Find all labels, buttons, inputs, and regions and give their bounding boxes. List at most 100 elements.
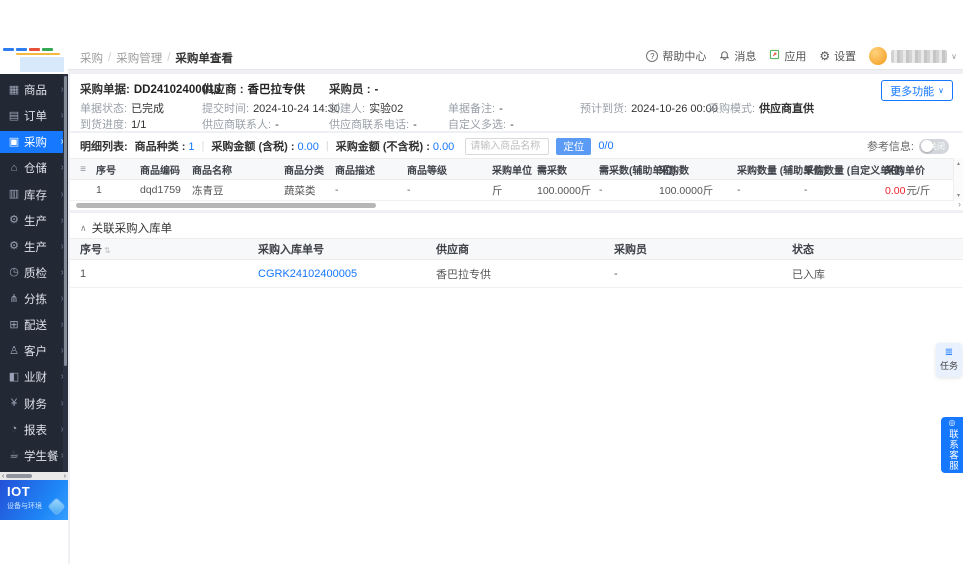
sidebar-item-reports[interactable]: ◔ 报表 ›: [0, 419, 68, 441]
sidebar-item-sorting[interactable]: ⋔ 分拣 ›: [0, 288, 68, 310]
sidebar-item-student-meals[interactable]: ☕ 学生餐 ›: [0, 445, 68, 467]
sidebar-item-production-2[interactable]: ⚙ 生产 ›: [0, 236, 68, 258]
order-summary-row-2: 单据状态: 已完成 提交时间: 2024-10-24 14:30 创建人: 实验02 …: [70, 100, 963, 115]
sidebar-item-label: 仓储: [24, 163, 47, 176]
cell-product-name: 冻青豆: [192, 184, 224, 197]
sidebar-item-goods[interactable]: ▦ 商品 ›: [0, 79, 68, 101]
sku-count-label: 商品种类 :: [134, 141, 186, 153]
supplier-value: 香巴拉专供: [247, 84, 306, 96]
sidebar-item-delivery[interactable]: ⊞ 配送 ›: [0, 314, 68, 336]
status-label: 单据状态:: [80, 103, 128, 115]
reference-toggle[interactable]: 关闭: [919, 138, 949, 154]
sidebar: ▦ 商品 › ▤ 订单 › ▣ 采购 › ⌂ 仓储 › ▥ 库存: [0, 42, 68, 520]
table-horizontal-scrollbar[interactable]: [76, 203, 376, 208]
locate-button[interactable]: 定位: [556, 137, 592, 155]
breadcrumb-purchase[interactable]: 采购: [80, 50, 103, 66]
detail-table-row[interactable]: 1 dqd1759 冻青豆 蔬菜类 - - 斤 100.0000斤 - 100.…: [70, 180, 963, 201]
scroll-down-icon[interactable]: ▾: [957, 192, 960, 199]
apps-label: 应用: [784, 51, 807, 63]
sidebar-item-label: 学生餐: [24, 450, 59, 463]
expected-arrival-label: 预计到货:: [580, 103, 628, 115]
cell-need-qty: 100.0000斤: [537, 184, 592, 197]
scrollbar-thumb[interactable]: [6, 474, 33, 478]
inbound-order-link[interactable]: CGRK24102400005: [258, 268, 357, 280]
sidebar-item-quality[interactable]: ◷ 质检 ›: [0, 262, 68, 284]
column-config-icon[interactable]: ≡: [80, 164, 86, 175]
headset-icon: ◎: [948, 418, 956, 427]
arrival-progress-value: 1/1: [131, 119, 147, 131]
cell-seq: 1: [80, 267, 87, 280]
sidebar-item-label: 采购: [24, 137, 47, 150]
logo-bar: [42, 48, 53, 51]
detail-toolbar: 明细列表: 商品种类 :1 | 采购金额 (含税) :0.00 | 采购金额 (…: [80, 137, 614, 155]
cell-status: 已入库: [792, 268, 825, 281]
settings-button[interactable]: ⚙ 设置: [819, 48, 856, 64]
related-section-header[interactable]: ∧ 关联采购入库单: [80, 220, 172, 236]
iot-banner[interactable]: IOT 设备与环境: [0, 480, 68, 520]
logo-bar: [20, 57, 64, 72]
price-amount: 0.00: [885, 184, 906, 197]
messages-button[interactable]: 消息: [719, 48, 756, 64]
table-vertical-scrollbar[interactable]: ▴ ▾: [953, 158, 963, 201]
col-product-code: 商品编码: [140, 165, 180, 177]
breadcrumb: 采购 / 采购管理 / 采购单查看: [80, 50, 233, 66]
amount-untaxed-label: 采购金额 (不含税) :: [335, 141, 430, 153]
sidebar-item-label: 报表: [24, 424, 47, 437]
locate-counter: 0/0: [598, 140, 614, 152]
logo-bar: [16, 48, 27, 51]
col-purchase-qty: 采购数: [659, 165, 689, 177]
logo-bar: [16, 53, 60, 55]
col-seq: 序号: [96, 165, 116, 177]
layers-icon: ≣: [944, 347, 954, 358]
col-price: 采购单价: [885, 165, 925, 177]
sidebar-item-orders[interactable]: ▤ 订单 ›: [0, 105, 68, 127]
help-center-button[interactable]: ? 帮助中心: [646, 48, 706, 64]
divider: |: [201, 140, 205, 152]
order-summary-card: 采购单据: DD24102400013 供应商 : 香巴拉专供 采购员 :- 单据状…: [70, 74, 963, 131]
scrollbar-thumb[interactable]: [64, 76, 67, 366]
col-supplier: 供应商: [436, 244, 469, 256]
chevron-down-icon: ∨: [938, 86, 944, 95]
logo-bar: [29, 48, 40, 51]
col-buyer: 采购员: [614, 244, 647, 256]
custom-multiselect-label: 自定义多选:: [448, 119, 507, 131]
reference-info-label: 参考信息:: [866, 141, 914, 153]
detail-table-header: ≡ 序号 商品编码 商品名称 商品分类 商品描述 商品等级 采购单位 需采数 需…: [70, 158, 963, 180]
sidebar-item-purchase[interactable]: ▣ 采购 ›: [0, 131, 68, 154]
breadcrumb-purchase-management[interactable]: 采购管理: [116, 50, 162, 66]
collapse-icon[interactable]: ∧: [80, 223, 87, 234]
sidebar-item-business-finance[interactable]: ◧ 业财 ›: [0, 366, 68, 388]
apps-button[interactable]: 应用: [769, 48, 806, 64]
scroll-right-icon[interactable]: ›: [958, 199, 961, 209]
sidebar-item-warehouse[interactable]: ⌂ 仓储 ›: [0, 157, 68, 179]
related-table-row[interactable]: 1 CGRK24102400005 香巴拉专供 - 已入库: [70, 260, 963, 288]
sidebar-item-inventory[interactable]: ▥ 库存 ›: [0, 184, 68, 206]
sort-icon[interactable]: ⇅: [104, 246, 111, 255]
topbar: 采购 / 采购管理 / 采购单查看 ? 帮助中心 消息 应用 ⚙ 设置 ∨: [68, 42, 963, 70]
messages-label: 消息: [734, 51, 757, 63]
reports-icon: ◔: [10, 423, 18, 436]
remark-value: -: [499, 103, 503, 115]
task-float-button[interactable]: ≣ 任务: [936, 343, 962, 377]
more-actions-button[interactable]: 更多功能 ∨: [881, 80, 953, 101]
reference-info-control: 参考信息: 关闭: [867, 138, 949, 154]
sidebar-item-finance[interactable]: ¥ 财务 ›: [0, 393, 68, 415]
related-section-title: 关联采购入库单: [91, 223, 173, 235]
app-logo: [0, 42, 68, 74]
scroll-up-icon[interactable]: ▴: [957, 160, 960, 167]
cell-seq: 1: [96, 184, 102, 196]
related-inbound-card: ∧ 关联采购入库单 序号 ⇅ 采购入库单号 供应商 采购员 状态 1 CGRK24…: [70, 213, 963, 564]
student-meals-icon: ☕: [9, 449, 19, 462]
contact-service-button[interactable]: ◎ 联系客服: [941, 417, 963, 473]
cell-price: 0.00元/斤: [885, 183, 963, 198]
sidebar-item-production-1[interactable]: ⚙ 生产 ›: [0, 210, 68, 232]
purchase-icon: ▣: [8, 135, 20, 148]
order-summary-row-1: 采购单据: DD24102400013 供应商 : 香巴拉专供 采购员 :-: [70, 81, 963, 96]
sidebar-item-customers[interactable]: ♙ 客户 ›: [0, 340, 68, 362]
col-need-qty-aux: 需采数(辅助单位): [599, 165, 676, 177]
sidebar-horizontal-scrollbar[interactable]: ‹ ›: [0, 472, 68, 480]
product-search-input[interactable]: [465, 137, 550, 155]
user-menu[interactable]: ∨: [869, 47, 957, 65]
goods-icon: ▦: [8, 83, 20, 96]
cell-qty-custom: -: [804, 184, 808, 196]
